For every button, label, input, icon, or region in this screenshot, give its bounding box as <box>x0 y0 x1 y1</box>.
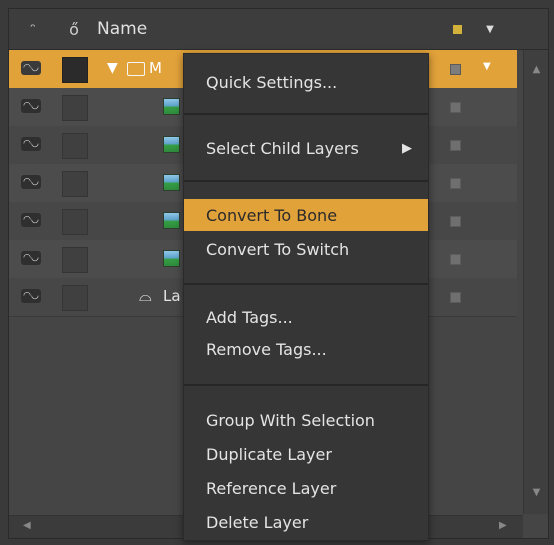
menu-item-add-tags[interactable]: Add Tags... <box>184 301 428 333</box>
eye-icon[interactable]: ◠◡ <box>21 175 41 189</box>
menu-item-convert-to-bone[interactable]: Convert To Bone <box>184 199 428 231</box>
layer-context-menu: Quick Settings... Select Child Layers ▶ … <box>183 53 429 541</box>
layer-color-swatch[interactable] <box>450 178 461 189</box>
menu-item-remove-tags[interactable]: Remove Tags... <box>184 333 428 365</box>
image-layer-icon <box>163 250 180 267</box>
menu-item-select-child-layers[interactable]: Select Child Layers ▶ <box>184 132 428 164</box>
layer-color-swatch[interactable] <box>450 292 461 303</box>
menu-separator <box>184 180 428 182</box>
layer-color-swatch[interactable] <box>450 102 461 113</box>
eye-icon[interactable]: ◠◡ <box>21 137 41 151</box>
layer-color-swatch[interactable] <box>450 140 461 151</box>
menu-item-convert-to-switch[interactable]: Convert To Switch <box>184 233 428 265</box>
eye-icon[interactable]: ◠◡ <box>21 213 41 227</box>
lock-toggle[interactable] <box>62 285 88 311</box>
scroll-left-icon[interactable]: ◀ <box>23 520 31 531</box>
lock-toggle[interactable] <box>62 171 88 197</box>
lock-toggle[interactable] <box>62 57 88 83</box>
layers-header: ᵔ ő Name ▼ <box>9 9 548 50</box>
image-layer-icon <box>163 174 180 191</box>
menu-item-label: Select Child Layers <box>206 138 359 158</box>
image-layer-icon <box>163 212 180 229</box>
layer-dropdown-icon[interactable]: ▼ <box>483 61 491 72</box>
scroll-up-icon[interactable]: ▲ <box>524 64 548 75</box>
image-layer-icon <box>163 136 180 153</box>
lock-column-icon[interactable]: ő <box>57 9 91 49</box>
eye-icon[interactable]: ◠◡ <box>21 251 41 265</box>
layer-name: M <box>149 59 162 77</box>
lock-toggle[interactable] <box>62 209 88 235</box>
eye-icon[interactable]: ◠◡ <box>21 99 41 113</box>
scroll-down-icon[interactable]: ▼ <box>524 487 548 498</box>
folder-icon <box>127 62 145 76</box>
menu-item-quick-settings[interactable]: Quick Settings... <box>184 66 428 98</box>
expand-triangle-icon[interactable]: ▼ <box>107 60 118 76</box>
lock-toggle[interactable] <box>62 247 88 273</box>
color-column-icon[interactable] <box>445 9 469 49</box>
layer-color-swatch[interactable] <box>450 216 461 227</box>
menu-item-group-with-selection[interactable]: Group With Selection <box>184 404 428 436</box>
layer-color-swatch[interactable] <box>450 64 461 75</box>
eye-icon[interactable]: ◠◡ <box>21 289 41 303</box>
menu-item-reference-layer[interactable]: Reference Layer <box>184 472 428 504</box>
menu-item-duplicate-layer[interactable]: Duplicate Layer <box>184 438 428 470</box>
name-column-header[interactable]: Name <box>97 9 297 49</box>
menu-separator <box>184 384 428 386</box>
image-layer-icon <box>163 98 180 115</box>
menu-separator <box>184 113 428 115</box>
visibility-column-icon[interactable]: ᵔ <box>9 9 57 49</box>
mesh-layer-icon: ⌓ <box>139 286 152 305</box>
menu-separator <box>184 283 428 285</box>
layer-color-swatch[interactable] <box>450 254 461 265</box>
vertical-scrollbar[interactable]: ▲ ▼ <box>523 50 548 514</box>
lock-toggle[interactable] <box>62 95 88 121</box>
menu-item-delete-layer[interactable]: Delete Layer <box>184 506 428 538</box>
layer-name: La <box>163 287 181 305</box>
submenu-arrow-icon: ▶ <box>402 140 412 156</box>
lock-toggle[interactable] <box>62 133 88 159</box>
scroll-right-icon[interactable]: ▶ <box>499 520 507 531</box>
header-dropdown-icon[interactable]: ▼ <box>479 9 501 49</box>
eye-icon[interactable]: ◠◡ <box>21 61 41 75</box>
color-swatch-icon <box>452 24 462 34</box>
